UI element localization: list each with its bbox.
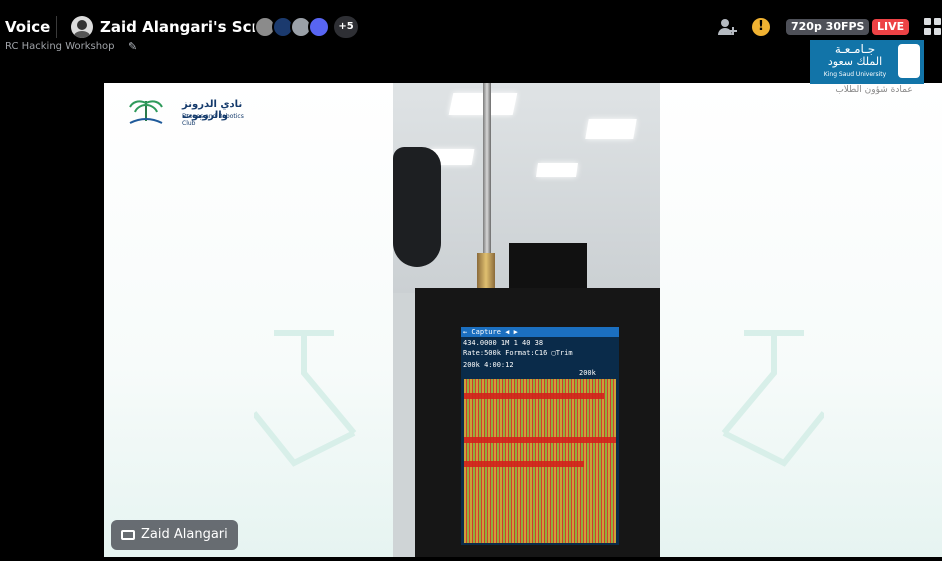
drone-watermark-icon [254,330,357,467]
device-lcd: ← Capture ◀ ▶ 434.0000 1M 1 40 38 Rate:5… [461,327,619,545]
ceiling-light [536,163,578,177]
lcd-frequency: 434.0000 1M 1 40 38 [463,339,544,347]
stream-subtitle: RC Hacking Workshop [5,41,115,52]
presenter-name: Zaid Alangari [141,527,228,542]
edit-pencil-icon[interactable]: ✎ [128,40,137,53]
ksu-arabic-line2: الملك سعود [827,55,883,68]
signal-band [464,393,604,399]
lcd-bandwidth: 200k 4:00:12 [463,361,514,369]
lcd-capture-title: ← Capture ◀ ▶ [463,328,518,336]
stream-header: Voice Zaid Alangari's Screen +5 RC Hacki… [0,0,942,80]
screen-share-icon [121,530,135,540]
ksu-caption: عمادة شؤون الطلاب [835,85,913,95]
streamer-avatar[interactable] [71,16,93,38]
car-key-fob [393,147,441,267]
shared-screen[interactable]: نادي الدرونز والروبوت Drones and Robotic… [104,83,942,557]
live-badge: LIVE [872,19,910,35]
more-viewers-badge[interactable]: +5 [334,16,358,38]
club-logo: نادي الدرونز والروبوت Drones and Robotic… [126,97,248,129]
ceiling-light [585,119,637,139]
discord-avatar-icon[interactable] [308,16,330,38]
add-user-icon[interactable] [716,16,738,38]
stream-quality-badge: 720p 30FPS [786,19,870,35]
tv-monitor [509,243,587,291]
presenter-name-tag: Zaid Alangari [111,520,238,550]
lcd-bandwidth-2: 200k [579,369,596,377]
ksu-arabic-line1: جـامـعـة [834,42,876,56]
ksu-logo: جـامـعـة الملك سعود King Saud University [810,40,924,84]
channel-label[interactable]: Voice [5,18,50,36]
camera-feed: ← Capture ◀ ▶ 434.0000 1M 1 40 38 Rate:5… [393,83,660,557]
ksu-emblem-icon [898,44,920,78]
antenna [483,83,491,278]
signal-band [464,461,584,467]
palm-logo-icon [129,100,163,124]
signal-waterfall [464,379,616,543]
club-name-english: Drones and Robotics Club [182,113,244,127]
grid-layout-icon[interactable] [924,18,942,36]
ksu-english: King Saud University [823,71,887,78]
sma-connector [477,253,495,293]
divider [56,16,57,38]
signal-band [464,437,616,443]
warning-icon[interactable]: ! [752,18,770,36]
lcd-rate-format: Rate:500k Format:C16 ▢Trim [463,349,573,357]
drone-watermark-icon [721,330,824,467]
